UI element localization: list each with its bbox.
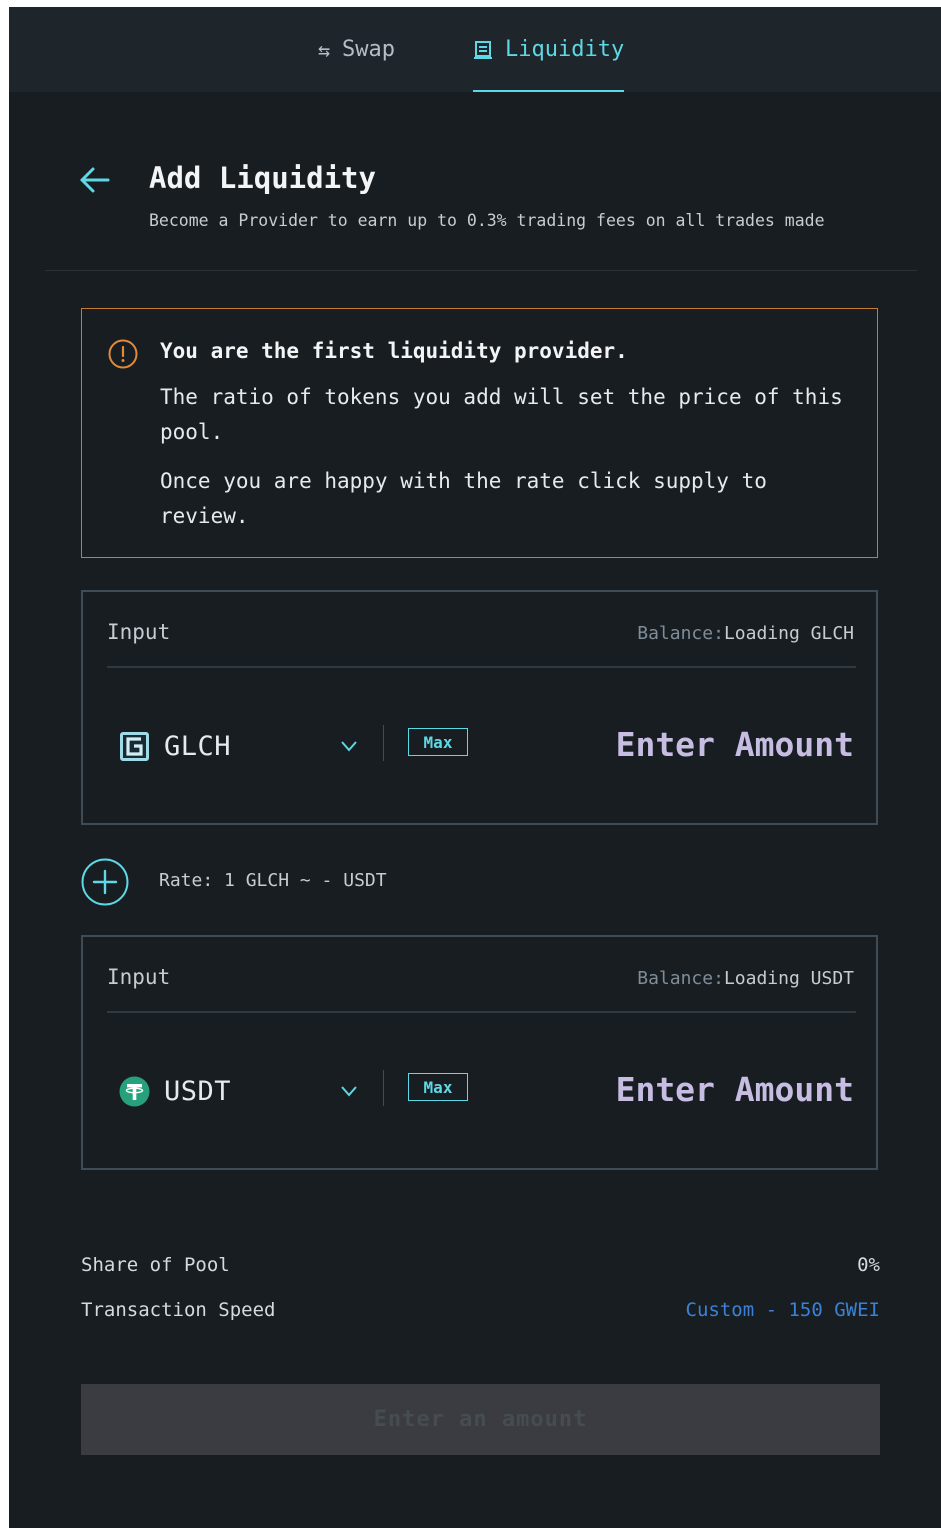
tab-liquidity-label: Liquidity: [505, 37, 625, 62]
selector-divider: [383, 725, 384, 761]
exchange-rate: Rate: 1 GLCH ~ - USDT: [159, 870, 387, 891]
share-of-pool-label: Share of Pool: [81, 1254, 230, 1276]
glch-token-icon: [119, 731, 150, 762]
input-divider: [107, 1011, 856, 1013]
swap-arrows-icon: ⇆: [318, 38, 331, 62]
usdt-token-icon: [119, 1076, 150, 1107]
token-name: GLCH: [164, 730, 232, 762]
page-title: Add Liquidity: [149, 161, 376, 195]
balance-label: Balance:: [637, 968, 724, 989]
transaction-speed-label: Transaction Speed: [81, 1299, 276, 1321]
warning-text-ratio: The ratio of tokens you add will set the…: [160, 385, 843, 444]
back-arrow-icon[interactable]: [79, 165, 111, 195]
warning-text-review: Once you are happy with the rate click s…: [160, 469, 767, 528]
plus-circle-icon[interactable]: [81, 858, 129, 906]
header-divider: [45, 270, 917, 271]
chevron-down-icon: [341, 1086, 357, 1097]
input-divider: [107, 666, 856, 668]
balance-value: Loading GLCH: [723, 623, 854, 644]
selector-divider: [383, 1070, 384, 1106]
token-input-glch: Input Balance:Loading GLCH GLCH Max: [81, 590, 878, 825]
warning-title: You are the first liquidity provider.: [160, 339, 628, 363]
balance-display: Balance:Loading USDT: [637, 968, 854, 989]
token-input-usdt: Input Balance:Loading USDT USDT Max: [81, 935, 878, 1170]
tab-swap[interactable]: ⇆ Swap: [318, 37, 395, 92]
tab-swap-label: Swap: [342, 37, 396, 62]
warning-icon: [108, 339, 138, 369]
share-of-pool-value: 0%: [857, 1254, 880, 1276]
liquidity-panel: ⇆ Swap Liquidity Add Liquidity Become a …: [9, 7, 941, 1528]
balance-display: Balance:Loading GLCH: [637, 623, 854, 644]
balance-label: Balance:: [637, 623, 724, 644]
amount-input-usdt[interactable]: [494, 1061, 854, 1117]
chevron-down-icon: [341, 741, 357, 752]
balance-value: Loading USDT: [723, 968, 854, 989]
token-selector-usdt[interactable]: USDT: [119, 1069, 363, 1113]
tab-bar: ⇆ Swap Liquidity: [9, 7, 941, 92]
transaction-speed-link[interactable]: Custom - 150 GWEI: [686, 1299, 880, 1321]
token-name: USDT: [164, 1075, 232, 1107]
tab-liquidity[interactable]: Liquidity: [473, 37, 625, 92]
input-label: Input: [107, 965, 171, 989]
active-tab-indicator: [473, 90, 625, 92]
max-button[interactable]: Max: [408, 1073, 468, 1101]
liquidity-icon: [473, 37, 493, 66]
input-label: Input: [107, 620, 171, 644]
page-subtitle: Become a Provider to earn up to 0.3% tra…: [149, 211, 825, 230]
first-provider-warning: You are the first liquidity provider. Th…: [81, 308, 878, 558]
amount-input-glch[interactable]: [494, 716, 854, 772]
submit-button[interactable]: Enter an amount: [81, 1384, 880, 1455]
token-selector-glch[interactable]: GLCH: [119, 724, 363, 768]
max-button[interactable]: Max: [408, 728, 468, 756]
